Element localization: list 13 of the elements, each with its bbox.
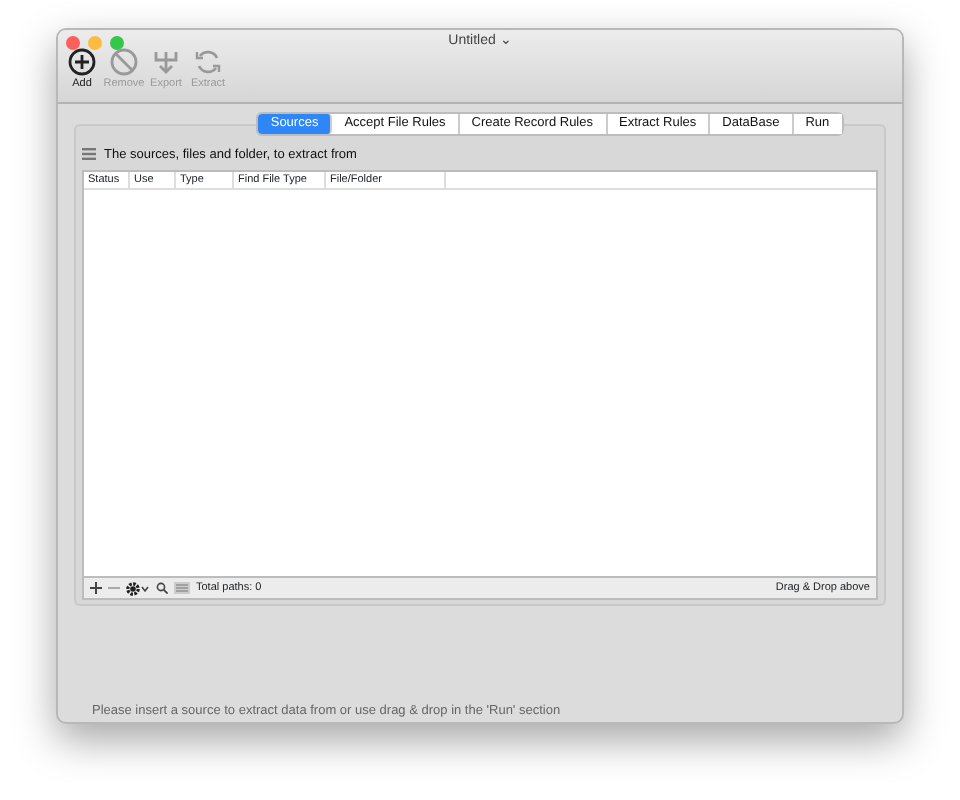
zoom-button[interactable] xyxy=(110,36,124,50)
add-icon xyxy=(68,48,96,76)
remove-icon[interactable] xyxy=(108,582,120,595)
search-icon[interactable] xyxy=(156,582,168,595)
add-icon[interactable] xyxy=(90,582,102,595)
list-icon xyxy=(82,148,96,161)
close-button[interactable] xyxy=(66,36,80,50)
funnel-arrow-icon xyxy=(152,48,180,76)
circular-arrows-icon xyxy=(194,48,222,76)
minimize-button[interactable] xyxy=(88,36,102,50)
gear-icon[interactable] xyxy=(126,581,150,596)
prohibited-icon xyxy=(110,48,138,76)
list-icon[interactable] xyxy=(174,582,190,595)
